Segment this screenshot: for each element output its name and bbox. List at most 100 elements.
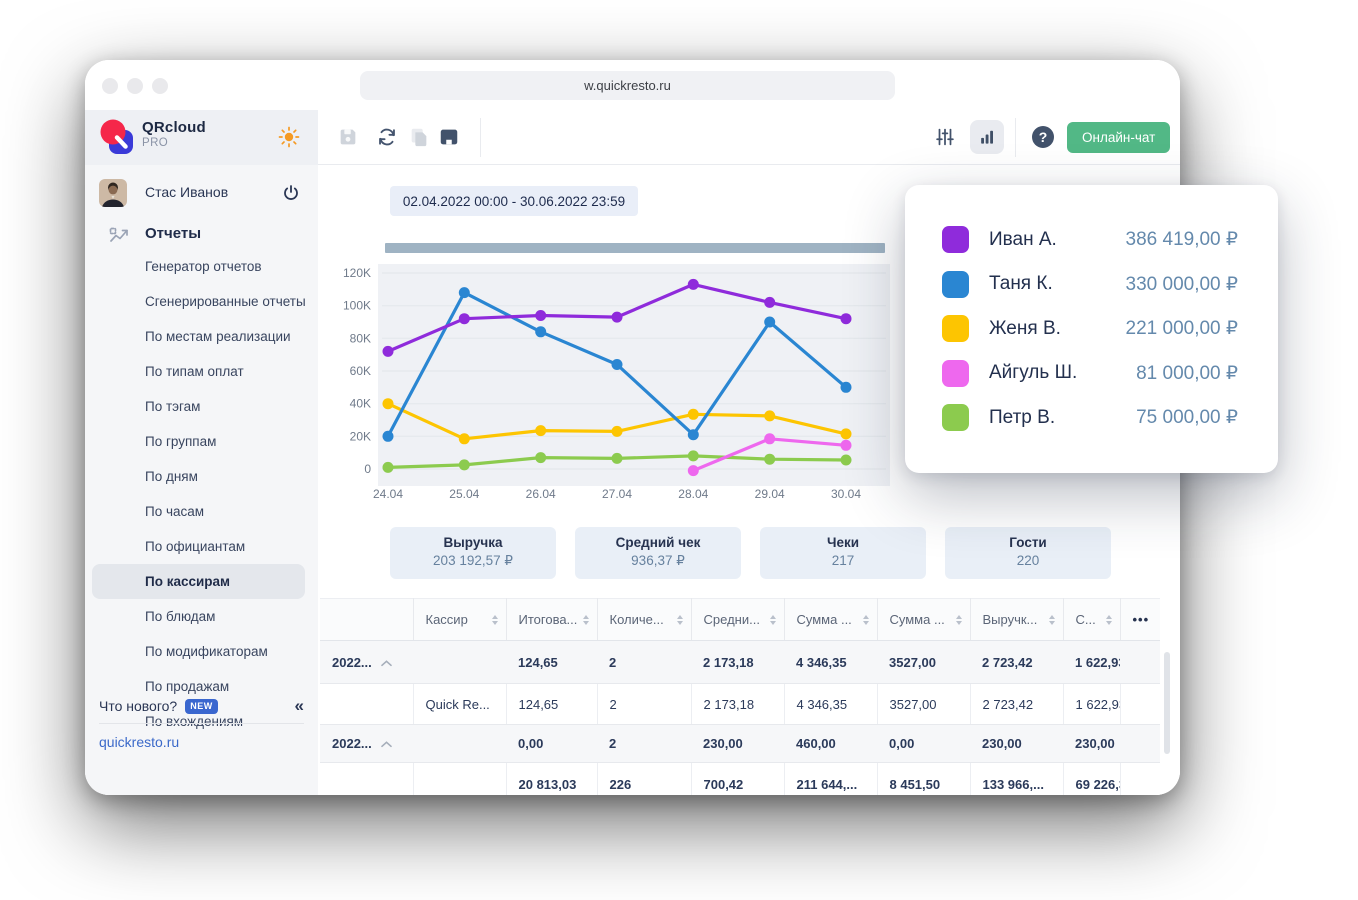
legend-row[interactable]: Иван А. 386 419,00 ₽ [942, 226, 1238, 253]
new-badge: NEW [185, 698, 218, 714]
value-cell: 3527,00 [877, 640, 970, 684]
sidebar-item[interactable]: По официантам [85, 529, 318, 564]
value-cell: 700,42 [690, 762, 784, 795]
value-cell: 2 723,42 [970, 640, 1063, 684]
theme-toggle-sun-icon[interactable] [276, 124, 302, 150]
user-name: Стас Иванов [145, 184, 229, 200]
group-label: 2022... [332, 736, 372, 751]
sidebar-item[interactable]: Сгенерированные отчеты [85, 284, 318, 319]
legend-name: Петр В. [989, 406, 1056, 428]
sort-icon[interactable] [582, 614, 589, 625]
column-header[interactable]: С... [1062, 598, 1120, 641]
sort-icon[interactable] [862, 614, 869, 625]
help-icon[interactable]: ? [1030, 124, 1056, 150]
value-cell: 20 813,03 [505, 762, 597, 795]
toolbar-divider [1015, 118, 1016, 157]
browser-url-bar[interactable]: w.quickresto.ru [360, 71, 895, 100]
legend-name: Женя В. [989, 317, 1061, 339]
table-group-row[interactable]: 2022... 0,00 2 230,00 460,00 0,00 230,00 230,00 [320, 724, 1160, 763]
collapse-group-chevron-icon[interactable] [380, 655, 392, 670]
column-header-label: Средни... [703, 612, 760, 627]
legend-name: Айгуль Ш. [989, 362, 1078, 383]
value-cell: 133 966,... [969, 762, 1063, 795]
logout-power-icon[interactable] [282, 184, 300, 207]
table-data-row[interactable]: Quick Re... 124,65 2 2 173,18 4 346,35 3527,0… [320, 683, 1160, 725]
column-header[interactable]: Средни... [690, 598, 784, 641]
sidebar-item[interactable]: По типам оплат [85, 354, 318, 389]
column-header[interactable]: Кассир [412, 598, 506, 641]
online-chat-button[interactable]: Онлайн-чат [1067, 122, 1171, 153]
collapse-sidebar-icon[interactable]: « [295, 696, 304, 716]
collapse-group-chevron-icon[interactable] [380, 736, 392, 751]
column-header[interactable]: Сумма ... [783, 598, 877, 641]
site-link[interactable]: quickresto.ru [99, 734, 179, 750]
summary-card: Средний чек 936,37 ₽ [575, 527, 741, 579]
sidebar-item[interactable]: По местам реализации [85, 319, 318, 354]
sort-icon[interactable] [955, 614, 962, 625]
value-cell: 4 346,35 [783, 683, 877, 725]
group-cell: 2022... [320, 640, 413, 684]
sidebar-item[interactable]: По часам [85, 494, 318, 529]
refresh-icon[interactable] [374, 124, 400, 150]
table-vertical-scrollbar[interactable] [1164, 652, 1170, 754]
sidebar-item[interactable]: По группам [85, 424, 318, 459]
card-label: Средний чек [615, 535, 701, 550]
save-icon[interactable] [335, 124, 361, 150]
value-cell: 0,00 [877, 724, 970, 763]
sidebar-item[interactable]: Генератор отчетов [85, 249, 318, 284]
value-cell: 460,00 [784, 724, 877, 763]
table-total-row[interactable]: 20 813,03 226 700,42 211 644,... 8 451,50 133… [320, 762, 1160, 795]
columns-more-button[interactable]: ••• [1133, 612, 1150, 627]
sidebar-bottom: Что нового? NEW « quickresto.ru [85, 696, 318, 795]
kiosk-screen-icon[interactable] [436, 124, 462, 150]
legend-value: 330 000,00 ₽ [1125, 273, 1238, 295]
cashier-cell: Quick Re... [412, 683, 506, 725]
brand-plan: PRO [142, 137, 169, 149]
column-header[interactable]: Количе... [596, 598, 691, 641]
chart-view-button[interactable] [970, 120, 1004, 154]
report-table-wrap: Кассир Итогова... Количе... Средни... Сумма … [320, 598, 1164, 795]
legend-name: Таня К. [989, 273, 1053, 294]
svg-text:120K: 120K [343, 266, 371, 280]
sidebar-section-reports[interactable]: Отчеты [85, 217, 318, 253]
value-cell: 230,00 [1063, 724, 1120, 763]
sidebar-item[interactable]: По блюдам [85, 599, 318, 634]
date-range-picker[interactable]: 02.04.2022 00:00 - 30.06.2022 23:59 [390, 186, 638, 216]
empty-cell [1120, 640, 1160, 684]
sort-icon[interactable] [491, 614, 498, 625]
sort-icon[interactable] [676, 614, 683, 625]
brand-name: QRcloud [142, 119, 206, 136]
legend-row[interactable]: Петр В. 75 000,00 ₽ [942, 404, 1238, 431]
sidebar-item[interactable]: По модификаторам [85, 634, 318, 669]
filters-icon[interactable] [932, 124, 958, 150]
summary-card: Выручка 203 192,57 ₽ [390, 527, 556, 579]
svg-text:60K: 60K [350, 364, 371, 378]
sort-icon[interactable] [1048, 614, 1055, 625]
sort-icon[interactable] [769, 614, 776, 625]
svg-text:?: ? [1039, 129, 1048, 145]
table-group-row[interactable]: 2022... 124,65 2 2 173,18 4 346,35 3527,00 2 7… [320, 640, 1160, 684]
legend-row[interactable]: Женя В. 221 000,00 ₽ [942, 315, 1238, 342]
sidebar-item[interactable]: По дням [85, 459, 318, 494]
legend-row[interactable]: Айгуль Ш. 81 000,00 ₽ [942, 359, 1238, 387]
chart-horizontal-scrollbar[interactable] [385, 243, 885, 253]
svg-text:80K: 80K [350, 331, 371, 345]
svg-text:26.04: 26.04 [526, 487, 556, 501]
user-row[interactable]: Стас Иванов [85, 173, 318, 213]
svg-text:20K: 20K [350, 429, 371, 443]
svg-text:29.04: 29.04 [755, 487, 785, 501]
column-header[interactable]: Выручк... [969, 598, 1063, 641]
legend-value: 75 000,00 ₽ [1136, 407, 1238, 428]
sidebar-item[interactable]: По кассирам [92, 564, 305, 599]
group-label: 2022... [332, 654, 372, 670]
copy-icon[interactable] [406, 124, 432, 150]
sidebar-item[interactable]: По тэгам [85, 389, 318, 424]
column-header[interactable]: Итогова... [505, 598, 597, 641]
cashier-cell [412, 762, 506, 795]
sort-icon[interactable] [1105, 614, 1112, 625]
svg-text:24.04: 24.04 [373, 487, 403, 501]
column-header[interactable]: Сумма ... [876, 598, 970, 641]
whats-new-link[interactable]: Что нового? [99, 698, 177, 714]
group-cell [320, 762, 413, 795]
legend-row[interactable]: Таня К. 330 000,00 ₽ [942, 270, 1238, 298]
